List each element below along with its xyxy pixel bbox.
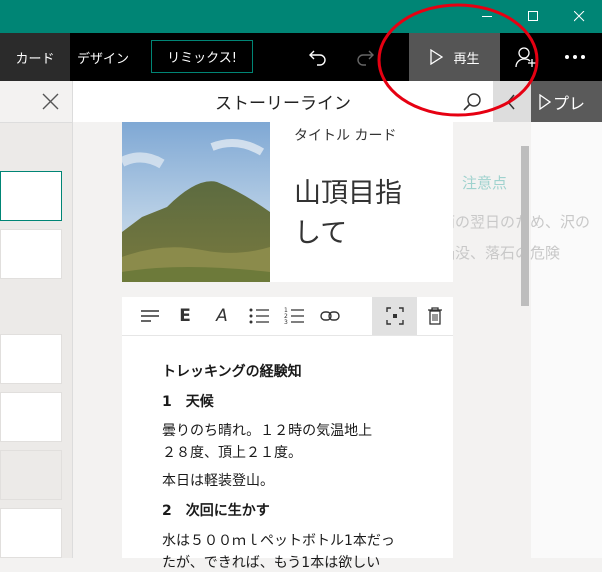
close-icon (573, 11, 584, 22)
more-button[interactable] (553, 33, 597, 81)
collapse-button[interactable] (493, 81, 532, 122)
section-heading: 2 次回に生かす (162, 503, 270, 519)
card-title[interactable]: 山頂目指 して (294, 174, 402, 254)
card-title-line: 山頂目指 (294, 178, 402, 209)
maximize-button[interactable] (510, 0, 556, 33)
tab-design-label: デザイン (76, 51, 129, 67)
card-title-line: して (294, 218, 348, 249)
undo-icon (309, 50, 326, 66)
remix-label: リミックス! (167, 51, 237, 66)
search-icon[interactable] (463, 92, 483, 112)
italic-button[interactable]: A (209, 297, 235, 335)
tab-card-label: カード (15, 51, 55, 67)
play-button[interactable]: 再生 (409, 33, 500, 81)
play-icon (430, 49, 444, 65)
share-button[interactable] (504, 33, 548, 81)
maximize-icon (527, 11, 538, 21)
command-bar: カード デザイン リミックス! 再生 (0, 33, 602, 81)
bullet-list-icon (249, 308, 269, 324)
bold-e-icon: E (179, 306, 191, 326)
numbered-list-icon: 123 (284, 307, 304, 325)
focus-frame-icon (385, 307, 404, 325)
left-card[interactable] (0, 229, 62, 279)
minimize-button[interactable] (464, 0, 510, 33)
delete-button[interactable] (422, 297, 448, 335)
paragraph-text: ２８度、頂上２１度。 (162, 445, 302, 461)
svg-text:3: 3 (284, 319, 288, 325)
format-toolbar: E A 123 (122, 297, 453, 336)
italic-a-icon: A (216, 306, 228, 326)
scrollbar-thumb[interactable] (521, 146, 529, 306)
focus-button[interactable] (372, 297, 417, 335)
minimize-icon (482, 15, 492, 17)
scrollbar[interactable] (519, 140, 531, 558)
title-card[interactable]: タイトル カード 山頂目指 して (122, 122, 453, 282)
paragraph-text: 本日は軽装登山。 (162, 473, 274, 489)
paragraph-button[interactable] (137, 297, 163, 335)
paragraph-icon (141, 310, 159, 322)
redo-button[interactable] (347, 33, 383, 81)
numbered-list-button[interactable]: 123 (281, 297, 307, 335)
left-card[interactable] (0, 508, 62, 558)
left-card[interactable] (0, 334, 62, 384)
card-type-label: タイトル カード (294, 128, 397, 144)
left-card[interactable] (0, 392, 62, 442)
left-card-selected[interactable] (0, 171, 62, 221)
paragraph-text: 曇りのち晴れ。１２時の気温地上 (162, 423, 373, 439)
paragraph-text: たが、できれば、もう1本は欲しい (162, 555, 381, 571)
play-label: 再生 (453, 51, 480, 67)
preview-panel: プレ (531, 81, 602, 558)
text-card[interactable]: E A 123 トレッキングの経験知 1 天候 曇りのち晴れ。１２時の気温地上 … (122, 297, 453, 571)
mountain-photo (122, 122, 270, 282)
tab-card[interactable]: カード (0, 33, 70, 81)
close-panel-icon[interactable] (42, 93, 59, 110)
bullet-list-button[interactable] (246, 297, 272, 335)
left-panel-header (0, 81, 72, 123)
close-button[interactable] (556, 0, 602, 33)
link-button[interactable] (317, 297, 343, 335)
left-card[interactable] (0, 450, 62, 500)
card-heading: トレッキングの経験知 (162, 364, 302, 380)
trash-icon (428, 307, 442, 325)
left-panel (0, 81, 72, 558)
play-icon (539, 93, 551, 110)
tab-design[interactable]: デザイン (70, 33, 136, 81)
storyline-title: ストーリーライン (215, 94, 351, 114)
chevron-left-icon (507, 94, 515, 110)
redo-icon (357, 50, 374, 66)
storyline-header: ストーリーライン (73, 81, 532, 122)
remix-button[interactable]: リミックス! (151, 40, 253, 73)
more-icon (565, 55, 585, 59)
preview-header[interactable]: プレ (531, 81, 602, 122)
add-person-icon (515, 47, 536, 68)
preview-label: プレ (553, 93, 586, 113)
link-icon (320, 311, 340, 321)
section-heading: 1 天候 (162, 394, 214, 410)
emphasis-button[interactable]: E (172, 297, 198, 335)
window-titlebar (0, 0, 602, 33)
paragraph-text: 水は５００ｍｌペットボトル1本だっ (162, 533, 395, 549)
undo-button[interactable] (300, 33, 336, 81)
